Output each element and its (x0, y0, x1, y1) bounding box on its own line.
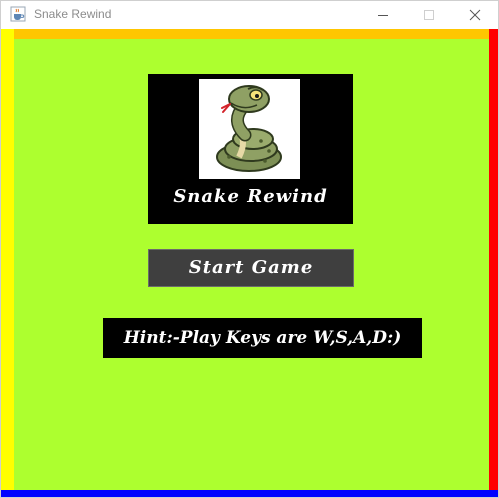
close-icon (469, 9, 481, 21)
controls-hint: Hint:-Play Keys are W,S,A,D:) (103, 318, 422, 358)
left-border (1, 29, 14, 497)
title-bar[interactable]: Snake Rewind (1, 1, 498, 29)
minimize-button[interactable] (360, 1, 406, 29)
minimize-icon (378, 15, 388, 16)
cartoon-snake-image (199, 79, 300, 179)
maximize-icon (424, 10, 434, 20)
maximize-button[interactable] (406, 1, 452, 29)
top-border (1, 29, 498, 39)
menu-playfield: Snake Rewind Start Game Hint:-Play Keys … (14, 39, 489, 490)
logo-panel: Snake Rewind (148, 74, 353, 224)
java-cup-icon (10, 6, 26, 22)
game-content: Snake Rewind Start Game Hint:-Play Keys … (1, 29, 498, 497)
start-game-button[interactable]: Start Game (148, 249, 354, 287)
close-button[interactable] (452, 1, 498, 29)
window-title: Snake Rewind (34, 7, 112, 21)
game-window: Snake Rewind Snake Rewind Start Game Hin… (0, 0, 499, 498)
bottom-border (1, 490, 498, 497)
logo-caption: Snake Rewind (173, 186, 328, 207)
right-border (489, 29, 498, 497)
